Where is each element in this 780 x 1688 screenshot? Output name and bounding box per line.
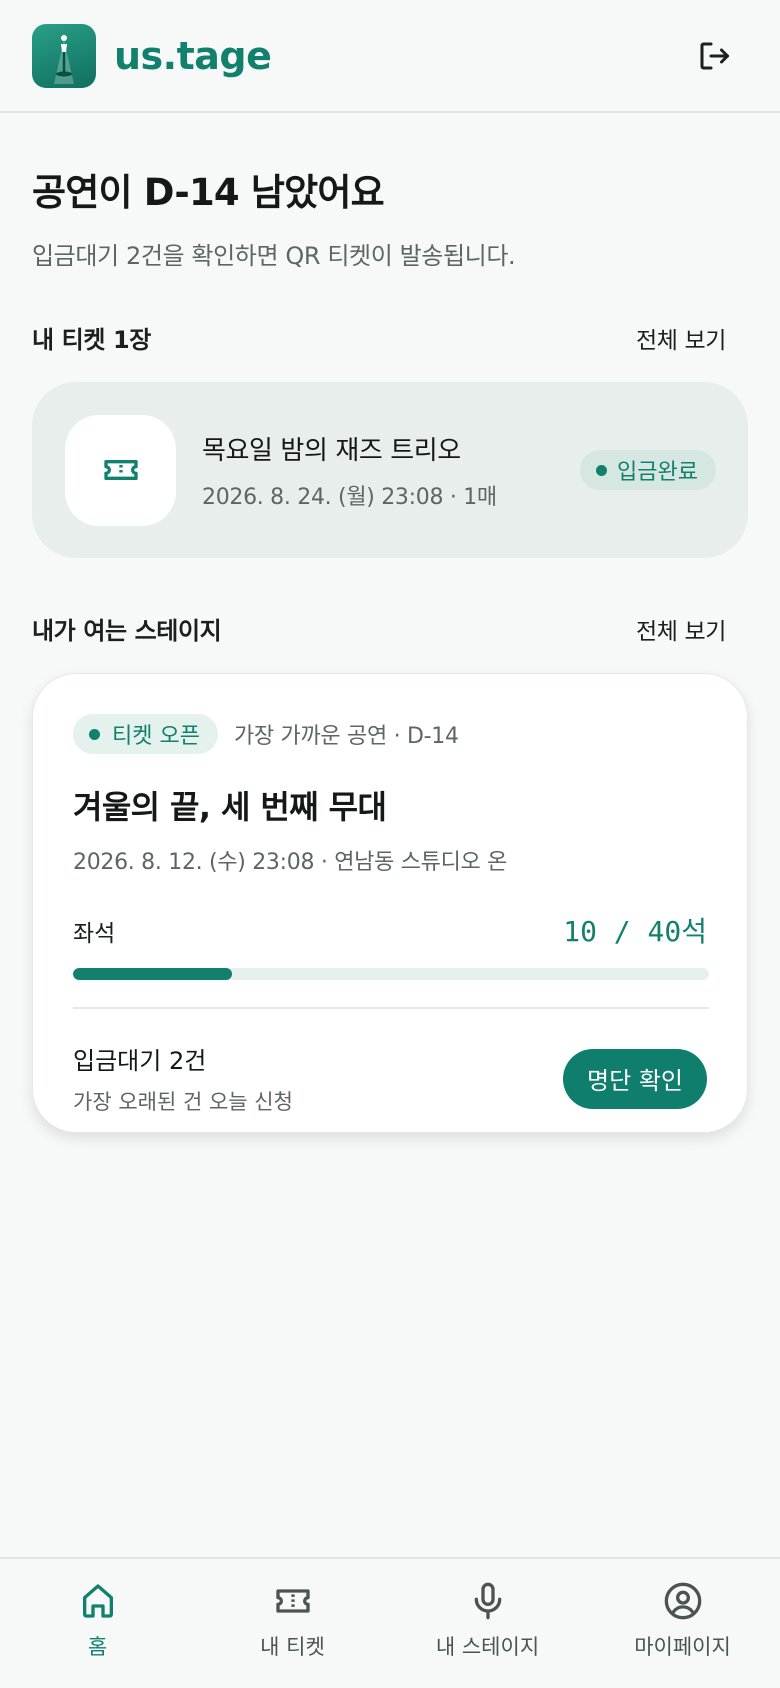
- nav-item-my-tickets[interactable]: 내 티켓: [195, 1559, 390, 1688]
- my-tickets-see-all-link[interactable]: 전체 보기: [636, 321, 726, 355]
- pending-subtitle: 가장 오래된 건 오늘 신청: [73, 1090, 293, 1114]
- my-stages-see-all-link[interactable]: 전체 보기: [636, 612, 726, 646]
- ticket-icon-box: [65, 414, 176, 526]
- user-circle-icon: [664, 1582, 701, 1620]
- nav-label-my-page: 마이페이지: [634, 1635, 731, 1659]
- divider: [73, 1007, 709, 1009]
- ticket-info: 목요일 밤의 재즈 트리오 2026. 8. 24. (월) 23:08 · 1…: [202, 430, 580, 511]
- brand[interactable]: us.tage: [32, 23, 272, 88]
- hero-section: 공연이 D-14 남았어요 입금대기 2건을 확인하면 QR 티켓이 발송됩니다…: [32, 162, 752, 271]
- pending-title: 입금대기 2건: [73, 1047, 207, 1075]
- open-dot: [89, 728, 100, 740]
- pending-row: 입금대기 2건 가장 오래된 건 오늘 신청 명단 확인: [73, 1041, 707, 1116]
- microphone-icon: [474, 1582, 501, 1620]
- my-tickets-header: 내 티켓 1장 전체 보기: [32, 320, 726, 355]
- nav-item-my-stages[interactable]: 내 스테이지: [390, 1559, 585, 1688]
- ticket-meta: 2026. 8. 24. (월) 23:08 · 1매: [202, 484, 497, 510]
- logout-icon: [700, 42, 729, 69]
- seat-progress-bar: [73, 968, 709, 980]
- page-title: 공연이 D-14 남았어요: [32, 171, 385, 214]
- logout-button[interactable]: [696, 38, 732, 74]
- pending-info: 입금대기 2건 가장 오래된 건 오늘 신청: [73, 1041, 293, 1116]
- ticket-open-label: 티켓 오픈: [112, 724, 200, 749]
- ticket-card[interactable]: 목요일 밤의 재즈 트리오 2026. 8. 24. (월) 23:08 · 1…: [32, 382, 748, 558]
- nav-item-my-page[interactable]: 마이페이지: [585, 1559, 780, 1688]
- app-root: us.tage 공연이 D-14 남았어요 입금대기 2건을 확인하면 QR 티…: [0, 0, 780, 1688]
- bottom-nav: 홈 내 티켓 내 스테이지 마이페이지: [0, 1557, 780, 1688]
- status-badge: 입금완료: [580, 450, 716, 490]
- ticket-title: 목요일 밤의 재즈 트리오: [202, 435, 461, 466]
- ticket-open-badge: 티켓 오픈: [73, 714, 218, 754]
- nav-label-home: 홈: [87, 1635, 108, 1659]
- hero-subtitle: 입금대기 2건을 확인하면 QR 티켓이 발송됩니다.: [32, 242, 516, 270]
- nearest-stage-label: 가장 가까운 공연 · D-14: [233, 724, 459, 749]
- stage-card[interactable]: 티켓 오픈 가장 가까운 공연 · D-14 겨울의 끝, 세 번째 무대 20…: [32, 673, 748, 1133]
- seat-row: 좌석 10 / 40석: [73, 910, 707, 950]
- nav-label-my-stages: 내 스테이지: [435, 1635, 540, 1659]
- my-tickets-title: 내 티켓 1장: [32, 326, 151, 354]
- home-icon: [82, 1584, 113, 1618]
- my-stages-header: 내가 여는 스테이지 전체 보기: [32, 611, 726, 646]
- nav-label-my-tickets: 내 티켓: [260, 1635, 325, 1659]
- status-badge-label: 입금완료: [617, 460, 698, 485]
- microphone-stage-logo: [32, 23, 96, 88]
- my-stages-title: 내가 여는 스테이지: [32, 617, 222, 645]
- seat-label: 좌석: [73, 921, 116, 947]
- seat-count: 10 / 40석: [563, 915, 707, 948]
- view-list-button[interactable]: 명단 확인: [563, 1048, 707, 1109]
- stage-title: 겨울의 끝, 세 번째 무대: [73, 788, 387, 826]
- ticket-icon: [275, 1589, 310, 1613]
- top-header: us.tage: [0, 0, 780, 113]
- ticket-icon: [103, 460, 138, 480]
- stage-top-row: 티켓 오픈 가장 가까운 공연 · D-14: [73, 714, 707, 754]
- stage-meta: 2026. 8. 12. (수) 23:08 · 연남동 스튜디오 온: [73, 850, 508, 875]
- status-dot: [596, 464, 608, 476]
- seat-progress-fill: [73, 968, 232, 980]
- brand-name: us.tage: [114, 33, 272, 78]
- nav-item-home[interactable]: 홈: [0, 1559, 195, 1688]
